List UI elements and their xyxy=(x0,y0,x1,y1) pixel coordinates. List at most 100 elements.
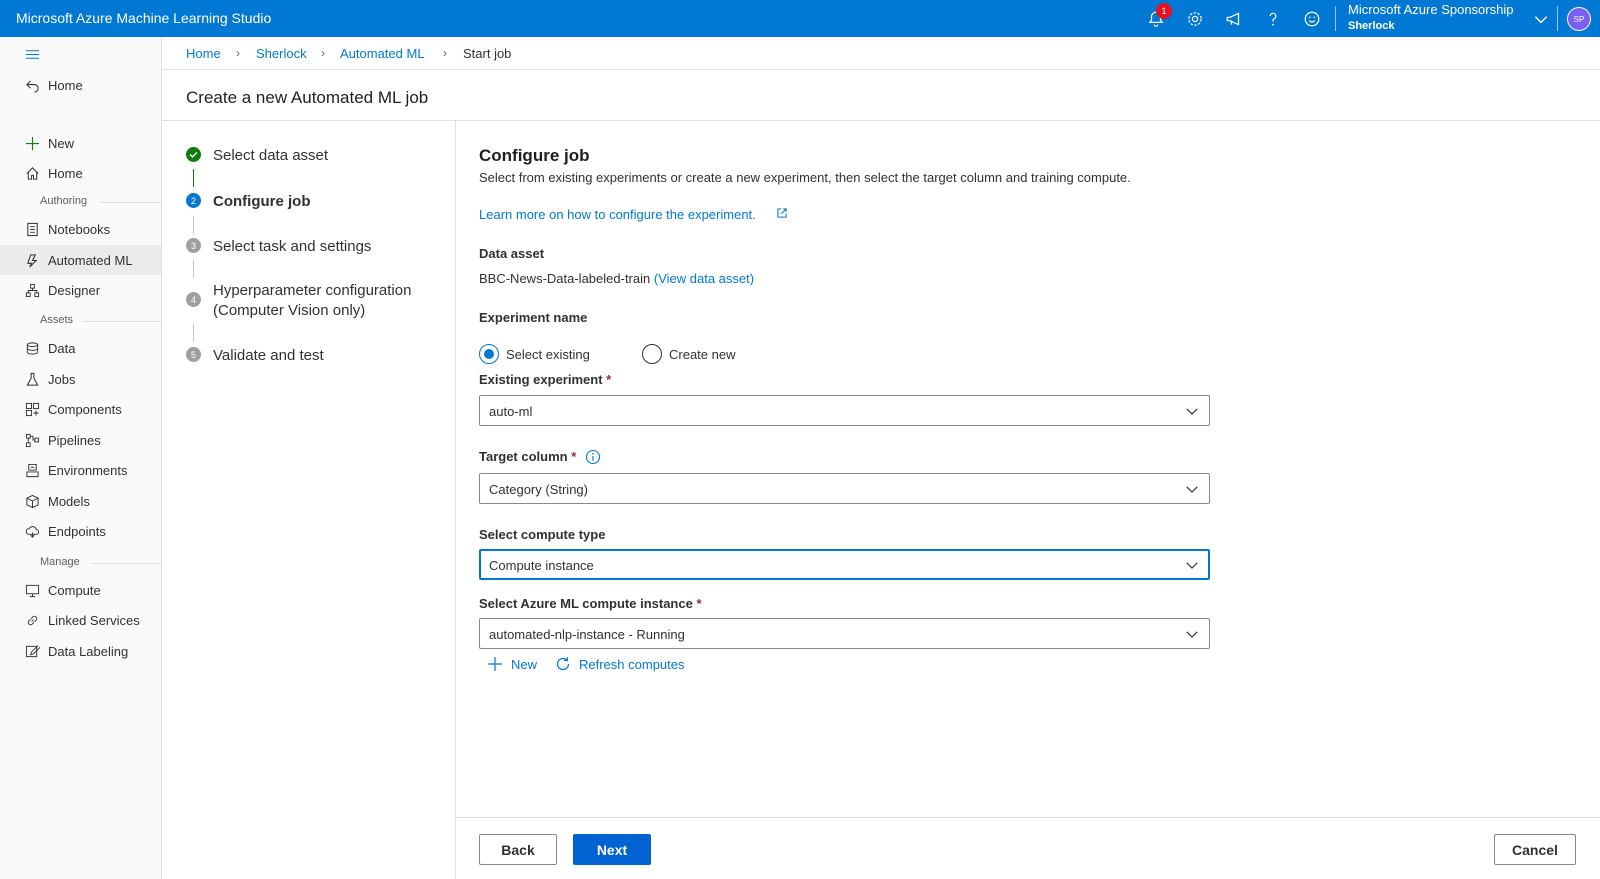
nav-environments[interactable]: Environments xyxy=(0,455,161,485)
target-column-label: Target column * xyxy=(479,449,576,464)
step-connector xyxy=(193,216,194,234)
step-hyperparameter[interactable]: Hyperparameter configuration xyxy=(213,281,411,300)
breadcrumb-workspace[interactable]: Sherlock xyxy=(256,46,307,61)
settings-button[interactable] xyxy=(1184,8,1206,30)
nav-jobs[interactable]: Jobs xyxy=(0,364,161,394)
step-configure-job[interactable]: Configure job xyxy=(213,192,311,211)
dropdown-value: automated-nlp-instance - Running xyxy=(489,627,685,642)
back-button[interactable]: Back xyxy=(479,834,557,865)
step-number: 3 xyxy=(186,238,201,253)
gear-icon xyxy=(1188,12,1202,26)
nav-data-labeling[interactable]: Data Labeling xyxy=(0,636,161,666)
step-number: 2 xyxy=(186,193,201,208)
breadcrumb-current: Start job xyxy=(463,46,512,61)
dropdown-value: Compute instance xyxy=(489,558,594,573)
chevron-down-icon xyxy=(1186,486,1198,493)
notifications-button[interactable]: 1 xyxy=(1145,3,1172,30)
nav-designer[interactable]: Designer xyxy=(0,275,161,305)
refresh-computes-button[interactable]: Refresh computes xyxy=(555,656,685,672)
nav-label: Linked Services xyxy=(48,612,140,628)
radio-select-existing[interactable]: Select existing xyxy=(479,344,590,364)
radio-create-new[interactable]: Create new xyxy=(642,344,735,364)
view-data-asset-link[interactable]: (View data asset) xyxy=(654,271,754,286)
radio-label: Select existing xyxy=(506,346,590,362)
page-title: Create a new Automated ML job xyxy=(186,88,429,107)
topbar-divider xyxy=(1335,6,1336,31)
step-number: 4 xyxy=(186,292,201,307)
app-title[interactable]: Microsoft Azure Machine Learning Studio xyxy=(16,10,271,26)
section-divider xyxy=(90,563,161,564)
external-link-icon[interactable] xyxy=(776,207,788,219)
step-select-task[interactable]: Select task and settings xyxy=(213,237,371,256)
hamburger-menu-button[interactable] xyxy=(0,39,161,69)
nav-label: Home xyxy=(48,77,83,93)
plus-icon xyxy=(488,657,502,671)
target-column-dropdown[interactable]: Category (String) xyxy=(479,473,1210,504)
nav-data[interactable]: Data xyxy=(0,333,161,363)
pipelines-icon xyxy=(24,432,40,448)
nav-label: Environments xyxy=(48,462,128,478)
nav-compute[interactable]: Compute xyxy=(0,575,161,605)
compute-type-dropdown[interactable]: Compute instance xyxy=(479,549,1210,580)
chevron-down-icon xyxy=(1534,16,1548,24)
section-title: Configure job xyxy=(479,146,590,165)
automated-ml-icon xyxy=(24,252,40,268)
account-directory: Sherlock xyxy=(1348,20,1395,32)
nav-label: Notebooks xyxy=(48,221,111,237)
notebook-icon xyxy=(24,221,40,237)
topbar-divider xyxy=(1557,6,1558,31)
section-description: Select from existing experiments or crea… xyxy=(479,170,1131,185)
help-button[interactable] xyxy=(1262,8,1284,30)
nav-back-home[interactable]: Home xyxy=(0,70,161,100)
nav-automated-ml[interactable]: Automated ML xyxy=(0,245,161,275)
plus-icon xyxy=(24,135,40,151)
breadcrumb-home[interactable]: Home xyxy=(186,46,221,61)
compute-type-label: Select compute type xyxy=(479,527,606,542)
step-hyperparameter-sub: (Computer Vision only) xyxy=(213,302,366,319)
radio-unchecked-icon xyxy=(642,344,662,364)
labeling-icon xyxy=(24,643,40,659)
required-marker: * xyxy=(571,449,577,464)
nav-home[interactable]: Home xyxy=(0,158,161,188)
info-icon[interactable] xyxy=(585,449,601,465)
announcements-button[interactable] xyxy=(1223,8,1245,30)
nav-models[interactable]: Models xyxy=(0,486,161,516)
link-icon xyxy=(24,612,40,628)
avatar[interactable]: SP xyxy=(1567,7,1591,31)
feedback-button[interactable] xyxy=(1301,8,1323,30)
label-text: Target column xyxy=(479,449,568,464)
nav-label: Components xyxy=(48,401,122,417)
home-icon xyxy=(24,165,40,181)
designer-icon xyxy=(24,282,40,298)
nav-components[interactable]: Components xyxy=(0,394,161,424)
nav-pipelines[interactable]: Pipelines xyxy=(0,425,161,455)
new-compute-button[interactable]: New xyxy=(487,656,537,672)
smiley-icon xyxy=(1304,11,1320,27)
learn-more-link[interactable]: Learn more on how to configure the exper… xyxy=(479,207,756,222)
cancel-button[interactable]: Cancel xyxy=(1494,834,1576,865)
back-arrow-icon xyxy=(24,77,40,93)
account-switcher[interactable]: Microsoft Azure Sponsorship Sherlock xyxy=(1348,2,1513,34)
data-asset-value: BBC-News-Data-labeled-train xyxy=(479,271,651,286)
nav-notebooks[interactable]: Notebooks xyxy=(0,214,161,244)
endpoints-icon xyxy=(24,523,40,539)
next-button[interactable]: Next xyxy=(573,834,651,865)
nav-linked-services[interactable]: Linked Services xyxy=(0,605,161,635)
existing-experiment-dropdown[interactable]: auto-ml xyxy=(479,395,1210,426)
chevron-right-icon: › xyxy=(236,46,240,60)
step-connector xyxy=(193,169,194,187)
breadcrumb-automated-ml[interactable]: Automated ML xyxy=(340,46,425,61)
account-dropdown-button[interactable] xyxy=(1530,8,1552,30)
step-validate[interactable]: Validate and test xyxy=(213,346,324,365)
chevron-down-icon xyxy=(1186,562,1198,569)
notification-badge: 1 xyxy=(1156,3,1172,19)
step-select-data-asset[interactable]: Select data asset xyxy=(213,146,328,165)
nav-label: Pipelines xyxy=(48,432,101,448)
data-asset-label: Data asset xyxy=(479,246,545,261)
new-compute-label: New xyxy=(511,656,538,672)
dropdown-value: auto-ml xyxy=(489,404,533,419)
nav-endpoints[interactable]: Endpoints xyxy=(0,516,161,546)
compute-instance-dropdown[interactable]: automated-nlp-instance - Running xyxy=(479,618,1210,649)
step-number: 5 xyxy=(186,347,201,362)
nav-new[interactable]: New xyxy=(0,128,161,158)
